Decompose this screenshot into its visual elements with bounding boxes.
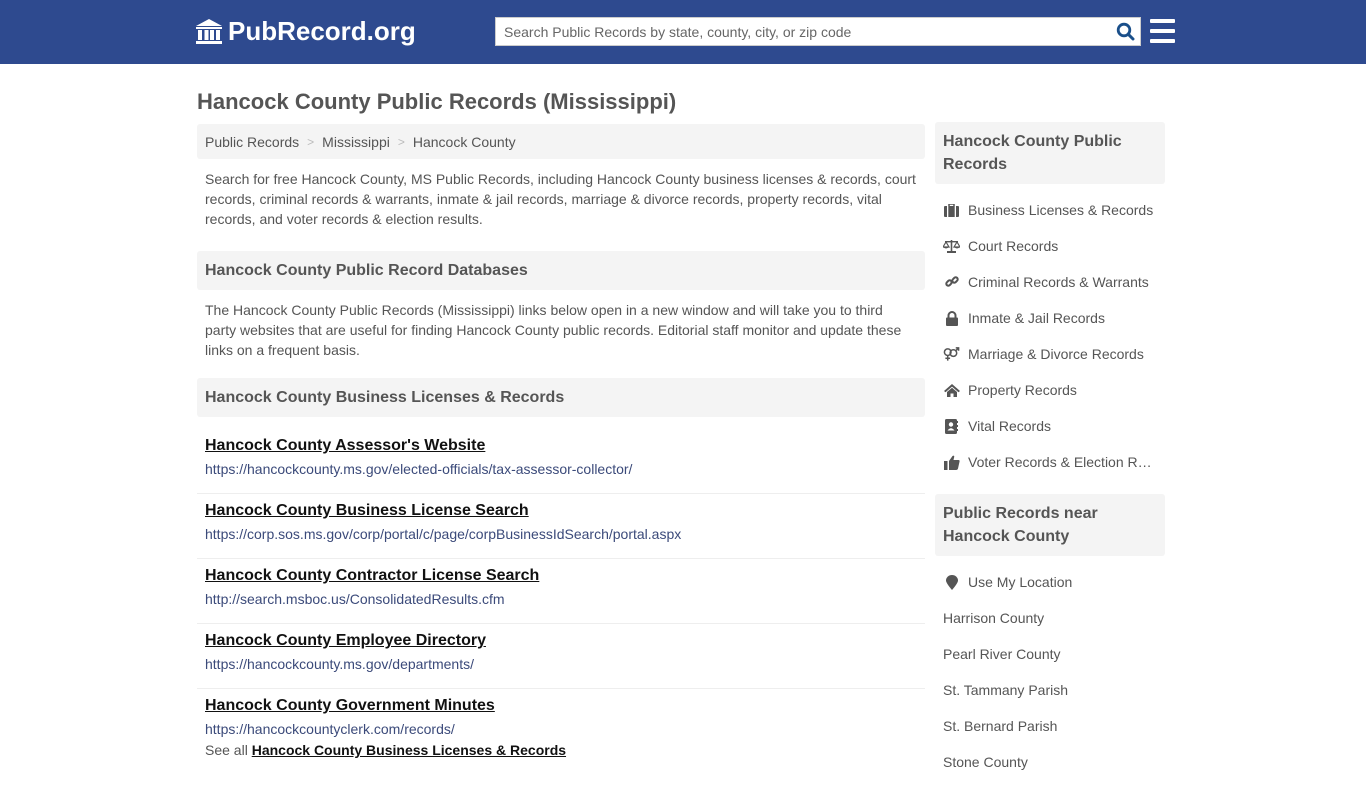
databases-heading: Hancock County Public Record Databases: [197, 251, 925, 290]
breadcrumb-hancock-county[interactable]: Hancock County: [413, 134, 516, 150]
sidebar-item-label: Property Records: [968, 382, 1077, 398]
page-title: Hancock County Public Records (Mississip…: [197, 89, 677, 114]
home-icon: [943, 382, 960, 398]
breadcrumb-separator: >: [397, 134, 405, 149]
record-link-url[interactable]: https://corp.sos.ms.gov/corp/portal/c/pa…: [205, 526, 917, 542]
record-link-url[interactable]: http://search.msboc.us/ConsolidatedResul…: [205, 591, 917, 607]
sidebar-item-label: Voter Records & Election Results: [968, 454, 1158, 470]
lock-icon: [943, 310, 960, 326]
databases-description: The Hancock County Public Records (Missi…: [205, 302, 902, 358]
sidebar-item-label: Criminal Records & Warrants: [968, 274, 1149, 290]
logo-text: PubRecord.org: [228, 16, 416, 46]
breadcrumb-separator: >: [307, 134, 315, 149]
hamburger-menu-button[interactable]: [1150, 19, 1175, 43]
list-item: Hancock County Assessor's Website https:…: [197, 429, 925, 494]
sidebar-nearby-heading: Public Records near Hancock County: [935, 494, 1165, 556]
sidebar-item-marriage[interactable]: Marriage & Divorce Records: [935, 336, 1165, 372]
nearby-county-link[interactable]: Pearl River County: [935, 636, 1165, 672]
sidebar-item-inmate[interactable]: Inmate & Jail Records: [935, 300, 1165, 336]
link-icon: [943, 274, 960, 290]
use-my-location-button[interactable]: Use My Location: [935, 564, 1165, 600]
search-bar: [495, 17, 1141, 46]
list-item: Hancock County Contractor License Search…: [197, 559, 925, 624]
sidebar-records-heading: Hancock County Public Records: [935, 122, 1165, 184]
record-link-title[interactable]: Hancock County Government Minutes: [205, 697, 917, 715]
sidebar-item-vital[interactable]: Vital Records: [935, 408, 1165, 444]
gender-icon: [943, 346, 960, 362]
search-icon: [1116, 22, 1134, 41]
sidebar-item-property[interactable]: Property Records: [935, 372, 1165, 408]
sidebar-item-label: Marriage & Divorce Records: [968, 346, 1144, 362]
sidebar-records-list: Business Licenses & Records Court Record…: [935, 192, 1165, 480]
sidebar-item-court[interactable]: Court Records: [935, 228, 1165, 264]
sidebar-nearby-list: Use My Location Harrison County Pearl Ri…: [935, 564, 1165, 780]
sidebar-item-label: Vital Records: [968, 418, 1052, 434]
business-heading: Hancock County Business Licenses & Recor…: [197, 378, 925, 417]
business-links-list: Hancock County Assessor's Website https:…: [197, 429, 925, 754]
menu-bar: [1150, 19, 1175, 23]
sidebar: Hancock County Public Records Business L…: [935, 122, 1165, 794]
main-content: Hancock County Public Records (Mississip…: [197, 64, 925, 758]
use-location-label: Use My Location: [968, 574, 1073, 590]
record-link-url[interactable]: https://hancockcounty.ms.gov/departments…: [205, 656, 917, 672]
record-link-title[interactable]: Hancock County Contractor License Search: [205, 567, 917, 585]
sidebar-item-voter[interactable]: Voter Records & Election Results: [935, 444, 1165, 480]
thumbs-up-icon: [943, 454, 960, 470]
briefcase-icon: [943, 202, 960, 218]
menu-bar: [1150, 29, 1175, 33]
sidebar-item-business[interactable]: Business Licenses & Records: [935, 192, 1165, 228]
sidebar-item-label: Business Licenses & Records: [968, 202, 1154, 218]
list-item: Hancock County Business License Search h…: [197, 494, 925, 559]
record-link-url[interactable]: https://hancockcountyclerk.com/records/: [205, 721, 917, 737]
menu-bar: [1150, 39, 1175, 43]
record-link-url[interactable]: https://hancockcounty.ms.gov/elected-off…: [205, 461, 917, 477]
search-input[interactable]: [496, 18, 1110, 45]
record-link-title[interactable]: Hancock County Assessor's Website: [205, 437, 917, 455]
nearby-county-link[interactable]: Harrison County: [935, 600, 1165, 636]
see-all-prefix: See all: [205, 742, 248, 758]
sidebar-item-label: Court Records: [968, 238, 1059, 254]
see-all-link[interactable]: Hancock County Business Licenses & Recor…: [252, 742, 566, 758]
see-all: See all Hancock County Business Licenses…: [197, 742, 925, 758]
record-link-title[interactable]: Hancock County Employee Directory: [205, 632, 917, 650]
scale-icon: [943, 238, 960, 254]
nearby-county-link[interactable]: Stone County: [935, 744, 1165, 780]
intro-text: Search for free Hancock County, MS Publi…: [205, 171, 916, 227]
record-link-title[interactable]: Hancock County Business License Search: [205, 502, 917, 520]
sidebar-item-criminal[interactable]: Criminal Records & Warrants: [935, 264, 1165, 300]
site-header: PubRecord.org: [0, 0, 1366, 64]
search-button[interactable]: [1110, 18, 1140, 45]
breadcrumb-public-records[interactable]: Public Records: [205, 134, 299, 150]
breadcrumb: Public Records > Mississippi > Hancock C…: [197, 124, 925, 159]
nearby-county-link[interactable]: St. Tammany Parish: [935, 672, 1165, 708]
sidebar-item-label: Inmate & Jail Records: [968, 310, 1105, 326]
map-marker-icon: [943, 574, 960, 590]
breadcrumb-mississippi[interactable]: Mississippi: [322, 134, 390, 150]
nearby-county-link[interactable]: St. Bernard Parish: [935, 708, 1165, 744]
courthouse-icon: [196, 18, 222, 44]
list-item: Hancock County Employee Directory https:…: [197, 624, 925, 689]
site-logo[interactable]: PubRecord.org: [195, 16, 416, 47]
address-book-icon: [943, 418, 960, 434]
